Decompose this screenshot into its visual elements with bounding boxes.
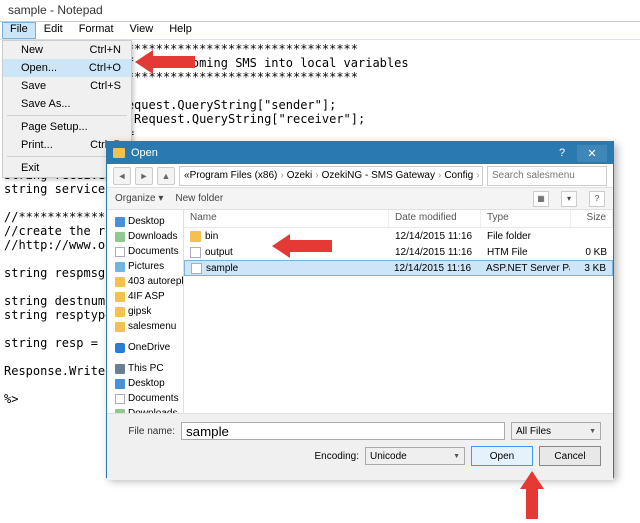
window-titlebar: sample - Notepad xyxy=(0,0,640,22)
menu-view[interactable]: View xyxy=(122,22,162,39)
nav-up-button[interactable]: ▲ xyxy=(157,167,175,185)
help-button[interactable]: ? xyxy=(547,145,577,161)
cancel-button[interactable]: Cancel xyxy=(539,446,601,466)
organize-button[interactable]: Organize ▾ xyxy=(115,193,163,204)
folder-icon xyxy=(113,148,125,158)
open-dialog: Open ? ✕ ◄ ► ▲ « Program Files (x86)› Oz… xyxy=(106,141,614,478)
file-icon xyxy=(191,263,202,274)
filename-label: File name: xyxy=(119,426,175,437)
menu-item-pagesetup[interactable]: Page Setup... xyxy=(3,118,131,136)
open-button[interactable]: Open xyxy=(471,446,533,466)
nav-item[interactable]: Desktop xyxy=(107,214,183,229)
new-folder-button[interactable]: New folder xyxy=(175,193,223,204)
annotation-arrow xyxy=(520,471,544,519)
menu-item-open[interactable]: Open...Ctrl+O xyxy=(3,59,131,77)
menu-format[interactable]: Format xyxy=(71,22,122,39)
nav-item[interactable]: 403 autoreply xyxy=(107,274,183,289)
menu-item-saveas[interactable]: Save As... xyxy=(3,95,131,113)
dialog-toolbar: Organize ▾ New folder ▦ ▾ ? xyxy=(107,188,613,210)
address-bar-row: ◄ ► ▲ « Program Files (x86)› Ozeki› Ozek… xyxy=(107,164,613,188)
menu-item-save[interactable]: SaveCtrl+S xyxy=(3,77,131,95)
close-button[interactable]: ✕ xyxy=(577,145,607,162)
nav-item-onedrive[interactable]: OneDrive xyxy=(107,340,183,355)
window-title: sample - Notepad xyxy=(8,3,103,17)
dialog-title: Open xyxy=(131,147,158,159)
nav-item[interactable]: Downloads xyxy=(107,406,183,413)
nav-item[interactable]: Documents xyxy=(107,391,183,406)
folder-icon xyxy=(190,231,201,242)
nav-fwd-button[interactable]: ► xyxy=(135,167,153,185)
dialog-titlebar: Open ? ✕ xyxy=(107,142,613,164)
nav-item[interactable]: Pictures xyxy=(107,259,183,274)
col-type[interactable]: Type xyxy=(481,210,571,227)
help-icon[interactable]: ? xyxy=(589,191,605,207)
menu-edit[interactable]: Edit xyxy=(36,22,71,39)
view-menu-button[interactable]: ▾ xyxy=(561,191,577,207)
nav-item-thispc[interactable]: This PC xyxy=(107,361,183,376)
encoding-select[interactable]: Unicode▼ xyxy=(365,447,465,465)
nav-item[interactable]: Downloads xyxy=(107,229,183,244)
nav-item[interactable]: 4IF ASP xyxy=(107,289,183,304)
file-row[interactable]: output 12/14/2015 11:16 HTM File 0 KB xyxy=(184,244,613,260)
nav-item[interactable]: Desktop xyxy=(107,376,183,391)
menu-file[interactable]: File xyxy=(2,22,36,39)
nav-item[interactable]: Documents xyxy=(107,244,183,259)
encoding-label: Encoding: xyxy=(315,451,359,462)
search-input[interactable] xyxy=(487,166,607,186)
nav-item[interactable]: gipsk xyxy=(107,304,183,319)
nav-back-button[interactable]: ◄ xyxy=(113,167,131,185)
file-icon xyxy=(190,247,201,258)
menu-help[interactable]: Help xyxy=(161,22,200,39)
file-row-selected[interactable]: sample 12/14/2015 11:16 ASP.NET Server P… xyxy=(184,260,613,276)
nav-item[interactable]: salesmenu xyxy=(107,319,183,334)
menu-item-new[interactable]: NewCtrl+N xyxy=(3,41,131,59)
file-list-pane: Name Date modified Type Size bin 12/14/2… xyxy=(184,210,613,413)
menubar: File Edit Format View Help xyxy=(0,22,640,40)
navigation-pane: Desktop Downloads Documents Pictures 403… xyxy=(107,210,184,413)
annotation-arrow xyxy=(135,50,195,74)
filename-input[interactable] xyxy=(181,422,505,440)
col-size[interactable]: Size xyxy=(571,210,613,227)
annotation-arrow xyxy=(272,234,332,258)
column-headers[interactable]: Name Date modified Type Size xyxy=(184,210,613,228)
divider xyxy=(7,115,127,116)
file-row[interactable]: bin 12/14/2015 11:16 File folder xyxy=(184,228,613,244)
dialog-bottom-panel: File name: All Files▼ Encoding: Unicode▼… xyxy=(107,413,613,480)
breadcrumb-bar[interactable]: « Program Files (x86)› Ozeki› OzekiNG - … xyxy=(179,166,483,186)
col-date[interactable]: Date modified xyxy=(389,210,481,227)
filetype-filter[interactable]: All Files▼ xyxy=(511,422,601,440)
col-name[interactable]: Name xyxy=(184,210,389,227)
view-button[interactable]: ▦ xyxy=(533,191,549,207)
